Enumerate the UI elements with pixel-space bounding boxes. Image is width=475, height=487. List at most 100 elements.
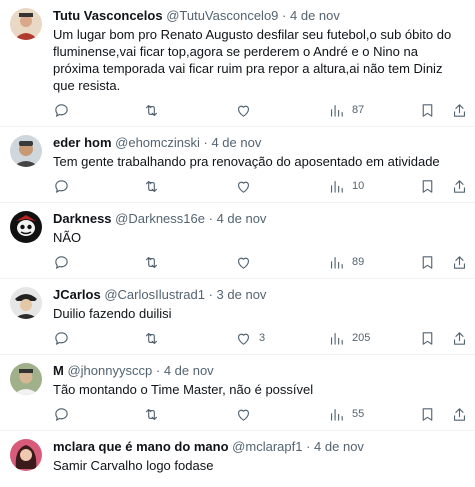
user-handle[interactable]: @CarlosIlustrad1	[104, 287, 205, 302]
display-name[interactable]: Darkness	[53, 211, 112, 226]
tweet[interactable]: eder hom @ehomczinski · 4 de nov Tem gen…	[0, 127, 475, 203]
like-icon	[237, 181, 250, 193]
tweet-text: NÃO	[53, 230, 82, 245]
views-icon	[330, 332, 343, 345]
like-button[interactable]: 3	[235, 328, 265, 348]
views-button[interactable]: 89	[328, 252, 364, 272]
tweet[interactable]: mclara que é mano do mano @mclarapf1 · 4…	[0, 431, 475, 474]
tweet-header: eder hom @ehomczinski · 4 de nov	[53, 135, 463, 151]
share-button[interactable]	[451, 176, 468, 196]
display-name[interactable]: mclara que é mano do mano	[53, 439, 229, 454]
timestamp[interactable]: 4 de nov	[217, 211, 267, 226]
user-handle[interactable]: @ehomczinski	[115, 135, 200, 150]
avatar[interactable]	[10, 135, 42, 167]
view-count: 89	[352, 256, 365, 268]
views-icon	[330, 256, 343, 269]
tweet-actions: 87	[53, 100, 466, 120]
tweet-text: Tem gente trabalhando pra renovação do a…	[53, 154, 440, 169]
separator: ·	[282, 8, 287, 23]
like-button[interactable]	[235, 176, 259, 196]
retweet-icon	[145, 408, 158, 420]
retweet-button[interactable]	[143, 100, 167, 120]
like-icon	[237, 333, 250, 345]
user-handle[interactable]: @Darkness16e	[115, 211, 205, 226]
separator: ·	[306, 439, 311, 454]
tweet-header: JCarlos @CarlosIlustrad1 · 3 de nov	[53, 287, 463, 303]
user-handle[interactable]: @TutuVasconcelo9	[166, 8, 278, 23]
reply-button[interactable]	[53, 404, 77, 424]
user-handle[interactable]: @mclarapf1	[232, 439, 302, 454]
reply-button[interactable]	[53, 252, 77, 272]
reply-button[interactable]	[53, 176, 77, 196]
retweet-button[interactable]	[143, 328, 167, 348]
tweet-header: Tutu Vasconcelos @TutuVasconcelo9 · 4 de…	[53, 8, 463, 24]
avatar[interactable]	[10, 211, 42, 243]
retweet-button[interactable]	[143, 404, 167, 424]
views-button[interactable]: 87	[328, 100, 364, 120]
separator: ·	[203, 135, 208, 150]
bookmark-button[interactable]	[419, 176, 436, 196]
user-handle[interactable]: @jhonnyysccp	[67, 363, 152, 378]
bookmark-button[interactable]	[419, 252, 436, 272]
like-icon	[237, 257, 250, 269]
like-button[interactable]	[235, 404, 259, 424]
bookmark-button[interactable]	[419, 404, 436, 424]
share-icon	[453, 331, 466, 345]
bookmark-icon	[422, 179, 433, 193]
reply-icon	[55, 255, 68, 269]
display-name[interactable]: eder hom	[53, 135, 112, 150]
view-count: 10	[352, 180, 365, 192]
views-button[interactable]: 10	[328, 176, 364, 196]
retweet-button[interactable]	[143, 252, 167, 272]
display-name[interactable]: M	[53, 363, 64, 378]
view-count: 205	[352, 332, 371, 344]
bookmark-icon	[422, 407, 433, 421]
views-button[interactable]: 205	[328, 328, 370, 348]
bookmark-button[interactable]	[419, 328, 436, 348]
timestamp[interactable]: 4 de nov	[290, 8, 340, 23]
share-icon	[453, 255, 466, 269]
retweet-button[interactable]	[143, 176, 167, 196]
separator: ·	[208, 211, 213, 226]
tweet[interactable]: JCarlos @CarlosIlustrad1 · 3 de nov Duil…	[0, 279, 475, 355]
reply-button[interactable]	[53, 100, 77, 120]
display-name[interactable]: Tutu Vasconcelos	[53, 8, 163, 23]
retweet-icon	[145, 180, 158, 192]
tweet-actions: 3 205	[53, 328, 466, 348]
tweet-feed: Tutu Vasconcelos @TutuVasconcelo9 · 4 de…	[0, 0, 475, 474]
avatar[interactable]	[10, 363, 42, 395]
tweet[interactable]: Darkness @Darkness16e · 4 de nov NÃO 89	[0, 203, 475, 279]
share-button[interactable]	[451, 100, 468, 120]
share-button[interactable]	[451, 328, 468, 348]
tweet-text: Duilio fazendo duilisi	[53, 306, 172, 321]
tweet-text: Tão montando o Time Master, não é possív…	[53, 382, 314, 397]
reply-icon	[55, 331, 68, 345]
like-button[interactable]	[235, 100, 259, 120]
timestamp[interactable]: 4 de nov	[314, 439, 364, 454]
timestamp[interactable]: 4 de nov	[164, 363, 214, 378]
avatar[interactable]	[10, 8, 42, 40]
avatar[interactable]	[10, 439, 42, 471]
reply-icon	[55, 407, 68, 421]
display-name[interactable]: JCarlos	[53, 287, 101, 302]
share-button[interactable]	[451, 252, 468, 272]
reply-button[interactable]	[53, 328, 77, 348]
retweet-icon	[145, 332, 158, 344]
views-button[interactable]: 55	[328, 404, 364, 424]
timestamp[interactable]: 4 de nov	[211, 135, 261, 150]
tweet-actions: 89	[53, 252, 466, 272]
view-count: 87	[352, 104, 365, 116]
tweet[interactable]: M @jhonnyysccp · 4 de nov Tão montando o…	[0, 355, 475, 431]
avatar[interactable]	[10, 287, 42, 319]
like-button[interactable]	[235, 252, 259, 272]
share-button[interactable]	[451, 404, 468, 424]
tweet-header: mclara que é mano do mano @mclarapf1 · 4…	[53, 439, 463, 455]
tweet[interactable]: Tutu Vasconcelos @TutuVasconcelo9 · 4 de…	[0, 0, 475, 127]
tweet-text: Samir Carvalho logo fodase	[53, 458, 214, 473]
retweet-icon	[145, 104, 158, 116]
like-icon	[237, 409, 250, 421]
bookmark-icon	[422, 103, 433, 117]
bookmark-button[interactable]	[419, 100, 436, 120]
tweet-actions: 55	[53, 404, 466, 424]
timestamp[interactable]: 3 de nov	[217, 287, 267, 302]
